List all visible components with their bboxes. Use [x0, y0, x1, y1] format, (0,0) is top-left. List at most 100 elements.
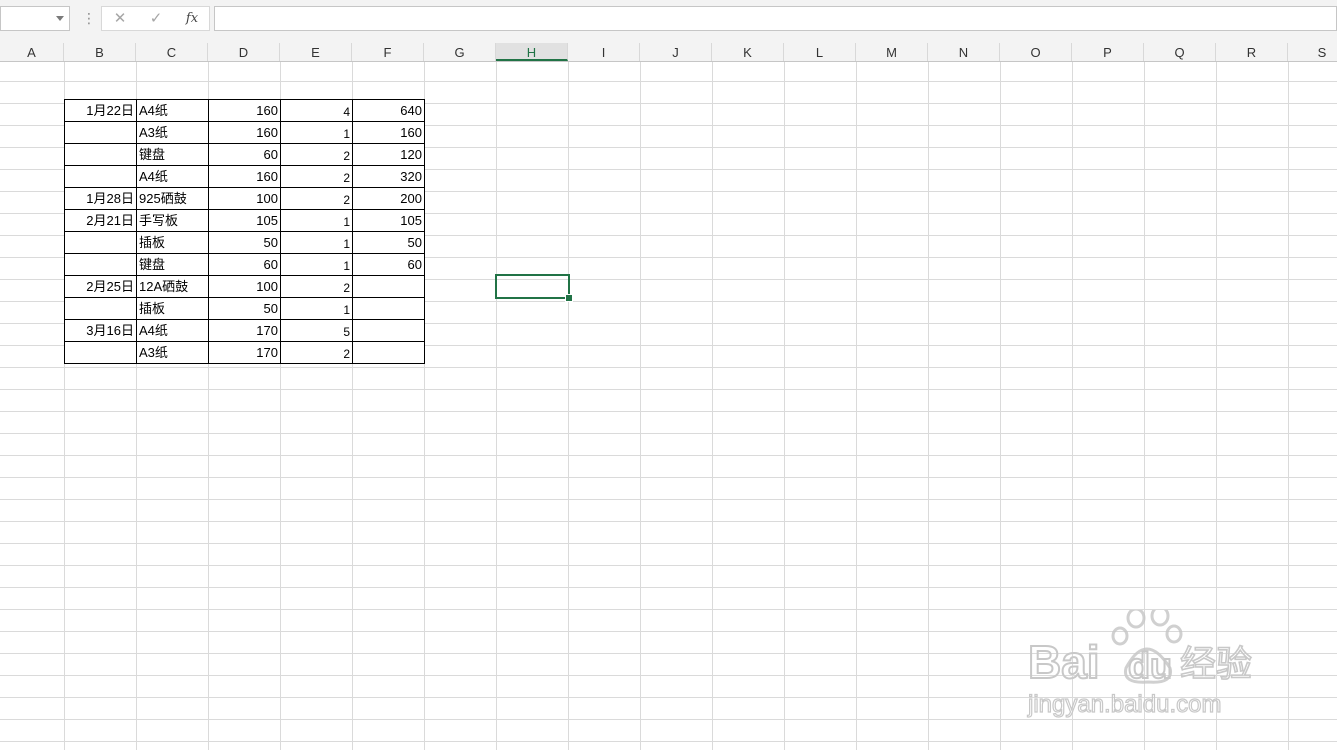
cell-qty[interactable]: 1: [280, 231, 353, 254]
formula-input[interactable]: [214, 6, 1337, 31]
cell-date[interactable]: 2月21日: [64, 209, 137, 232]
cell-date[interactable]: [64, 231, 137, 254]
column-header-B[interactable]: B: [64, 43, 136, 61]
cell-total[interactable]: [352, 341, 425, 364]
cell-qty[interactable]: 1: [280, 121, 353, 144]
cell-price[interactable]: 160: [208, 121, 281, 144]
column-header-K[interactable]: K: [712, 43, 784, 61]
cell-price[interactable]: 160: [208, 99, 281, 122]
cell-total[interactable]: [352, 297, 425, 320]
column-header-A[interactable]: A: [0, 43, 64, 61]
cell-price[interactable]: 160: [208, 165, 281, 188]
cell-date[interactable]: 1月28日: [64, 187, 137, 210]
cell-item[interactable]: 手写板: [136, 209, 209, 232]
cell-date[interactable]: 1月22日: [64, 99, 137, 122]
table-row: 2月25日 12A硒鼓 100 2: [64, 275, 425, 298]
cell-qty[interactable]: 2: [280, 187, 353, 210]
data-table: 1月22日 A4纸 160 4 640 A3纸 160 1 160 键盘 60 2 120 A4纸 160 2…: [64, 99, 425, 364]
cell-price[interactable]: 50: [208, 231, 281, 254]
table-row: 2月21日 手写板 105 1 105: [64, 209, 425, 232]
cell-total[interactable]: 320: [352, 165, 425, 188]
table-row: A3纸 170 2: [64, 341, 425, 364]
column-header-J[interactable]: J: [640, 43, 712, 61]
fill-handle[interactable]: [565, 294, 573, 302]
column-header-Q[interactable]: Q: [1144, 43, 1216, 61]
column-header-E[interactable]: E: [280, 43, 352, 61]
cancel-icon[interactable]: ✕: [108, 9, 132, 29]
cell-date[interactable]: [64, 297, 137, 320]
cell-date[interactable]: 2月25日: [64, 275, 137, 298]
cell-total[interactable]: 105: [352, 209, 425, 232]
cell-date[interactable]: [64, 253, 137, 276]
cell-item[interactable]: A4纸: [136, 99, 209, 122]
cell-item[interactable]: 键盘: [136, 143, 209, 166]
cell-total[interactable]: 160: [352, 121, 425, 144]
cell-total[interactable]: 200: [352, 187, 425, 210]
cell-total[interactable]: 640: [352, 99, 425, 122]
table-row: 插板 50 1: [64, 297, 425, 320]
cell-item[interactable]: 插板: [136, 231, 209, 254]
cell-qty[interactable]: 2: [280, 165, 353, 188]
cell-price[interactable]: 60: [208, 143, 281, 166]
cell-qty[interactable]: 2: [280, 275, 353, 298]
cell-item[interactable]: A4纸: [136, 319, 209, 342]
column-header-S[interactable]: S: [1288, 43, 1337, 61]
check-icon[interactable]: ✓: [144, 9, 168, 29]
cell-total[interactable]: 50: [352, 231, 425, 254]
cell-price[interactable]: 100: [208, 187, 281, 210]
cell-item[interactable]: A3纸: [136, 121, 209, 144]
active-cell-H12[interactable]: [495, 274, 570, 299]
chevron-down-icon[interactable]: [56, 16, 64, 21]
column-header-M[interactable]: M: [856, 43, 928, 61]
column-header-H[interactable]: H: [496, 43, 568, 61]
cell-qty[interactable]: 1: [280, 253, 353, 276]
insert-function-icon[interactable]: fx: [180, 9, 204, 29]
column-header-D[interactable]: D: [208, 43, 280, 61]
cell-item[interactable]: A3纸: [136, 341, 209, 364]
table-row: 插板 50 1 50: [64, 231, 425, 254]
cell-qty[interactable]: 2: [280, 143, 353, 166]
cell-price[interactable]: 60: [208, 253, 281, 276]
cell-date[interactable]: [64, 165, 137, 188]
cell-item[interactable]: 925硒鼓: [136, 187, 209, 210]
cell-item[interactable]: 插板: [136, 297, 209, 320]
cell-date[interactable]: [64, 341, 137, 364]
column-header-row: ABCDEFGHIJKLMNOPQRS: [0, 43, 1337, 62]
cell-date[interactable]: [64, 143, 137, 166]
formula-buttons: ✕ ✓ fx: [101, 6, 210, 31]
cell-price[interactable]: 105: [208, 209, 281, 232]
cell-item[interactable]: 键盘: [136, 253, 209, 276]
column-header-N[interactable]: N: [928, 43, 1000, 61]
cell-date[interactable]: [64, 121, 137, 144]
cell-qty[interactable]: 2: [280, 341, 353, 364]
cell-price[interactable]: 50: [208, 297, 281, 320]
column-header-C[interactable]: C: [136, 43, 208, 61]
table-row: 键盘 60 2 120: [64, 143, 425, 166]
table-row: 1月22日 A4纸 160 4 640: [64, 99, 425, 122]
cell-total[interactable]: 120: [352, 143, 425, 166]
cell-total[interactable]: 60: [352, 253, 425, 276]
name-box[interactable]: [0, 6, 70, 31]
table-row: 1月28日 925硒鼓 100 2 200: [64, 187, 425, 210]
column-header-F[interactable]: F: [352, 43, 424, 61]
cell-total[interactable]: [352, 275, 425, 298]
cell-total[interactable]: [352, 319, 425, 342]
column-header-P[interactable]: P: [1072, 43, 1144, 61]
column-header-O[interactable]: O: [1000, 43, 1072, 61]
column-header-L[interactable]: L: [784, 43, 856, 61]
cell-item[interactable]: A4纸: [136, 165, 209, 188]
cell-date[interactable]: 3月16日: [64, 319, 137, 342]
cell-qty[interactable]: 5: [280, 319, 353, 342]
cell-price[interactable]: 100: [208, 275, 281, 298]
cell-qty[interactable]: 1: [280, 209, 353, 232]
column-header-G[interactable]: G: [424, 43, 496, 61]
cell-price[interactable]: 170: [208, 319, 281, 342]
cell-price[interactable]: 170: [208, 341, 281, 364]
more-options-icon[interactable]: ⋮: [82, 10, 96, 26]
cell-qty[interactable]: 4: [280, 99, 353, 122]
cell-qty[interactable]: 1: [280, 297, 353, 320]
column-header-I[interactable]: I: [568, 43, 640, 61]
formula-bar: ⋮ ✕ ✓ fx: [0, 0, 1337, 44]
column-header-R[interactable]: R: [1216, 43, 1288, 61]
cell-item[interactable]: 12A硒鼓: [136, 275, 209, 298]
